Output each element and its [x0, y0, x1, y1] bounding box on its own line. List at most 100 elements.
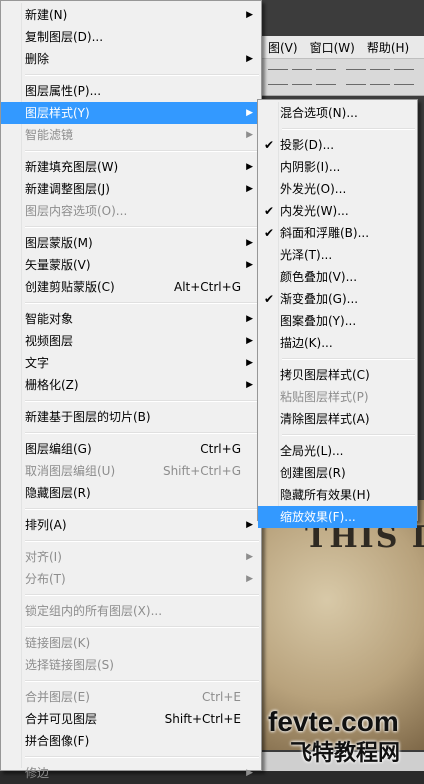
main-menu-item-10: 图层内容选项(O)...: [1, 200, 261, 222]
menu-item-label: 合并可见图层: [25, 712, 98, 726]
distribute-left-icon[interactable]: [346, 69, 366, 85]
main-menu-item-9[interactable]: 新建调整图层(J) ▶: [1, 178, 261, 200]
distribute-right-icon[interactable]: [394, 69, 414, 85]
sub-menu-item-5[interactable]: ✔ 内发光(W)...: [258, 200, 417, 222]
triangle-right-icon: ▶: [246, 10, 253, 20]
menu-item-label: 栅格化(Z): [25, 378, 79, 392]
main-menu-item-13[interactable]: 矢量蒙版(V) ▶: [1, 254, 261, 276]
menu-item-label: 隐藏所有效果(H): [280, 488, 371, 502]
menu-item-label: 选择链接图层(S): [25, 658, 114, 672]
align-bottom-icon[interactable]: [316, 69, 336, 85]
menu-item-label: 外发光(O)...: [280, 182, 347, 196]
menubar-item-help[interactable]: 帮助(H): [361, 39, 415, 56]
main-menu-item-18[interactable]: 文字 ▶: [1, 352, 261, 374]
options-toolbar: [262, 59, 424, 96]
menu-item-label: 新建基于图层的切片(B): [25, 410, 151, 424]
main-menu-item-29: 对齐(I) ▶: [1, 546, 261, 568]
sub-menu-item-10[interactable]: 图案叠加(Y)...: [258, 310, 417, 332]
main-menu-item-39[interactable]: 拼合图像(F): [1, 730, 261, 752]
triangle-right-icon: ▶: [246, 184, 253, 194]
menubar-item-window[interactable]: 窗口(W): [304, 39, 361, 56]
main-menu-item-4[interactable]: 图层属性(P)...: [1, 80, 261, 102]
sub-menu-item-6[interactable]: ✔ 斜面和浮雕(B)...: [258, 222, 417, 244]
menu-item-shortcut: Alt+Ctrl+G: [173, 280, 241, 294]
menu-item-label: 混合选项(N)...: [280, 106, 358, 120]
sub-menu-item-13[interactable]: 拷贝图层样式(C): [258, 364, 417, 386]
menu-item-label: 对齐(I): [25, 550, 62, 564]
layer-style-submenu: 混合选项(N)... ✔ 投影(D)... 内阴影(I)... 外发光(O)... ✔ 内发…: [257, 99, 418, 528]
triangle-right-icon: ▶: [246, 552, 253, 562]
checkmark-icon: ✔: [264, 138, 275, 152]
sub-menu-item-0[interactable]: 混合选项(N)...: [258, 102, 417, 124]
sub-menu-item-8[interactable]: 颜色叠加(V)...: [258, 266, 417, 288]
menu-item-label: 图层内容选项(O)...: [25, 204, 128, 218]
main-menu-item-35: 选择链接图层(S): [1, 654, 261, 676]
triangle-right-icon: ▶: [246, 162, 253, 172]
sub-menu-item-2[interactable]: ✔ 投影(D)...: [258, 134, 417, 156]
main-menu-item-19[interactable]: 栅格化(Z) ▶: [1, 374, 261, 396]
menu-separator: [25, 680, 259, 682]
main-menu-item-5[interactable]: 图层样式(Y) ▶: [1, 102, 261, 124]
main-menu-item-27[interactable]: 排列(A) ▶: [1, 514, 261, 536]
menu-separator: [25, 626, 259, 628]
triangle-right-icon: ▶: [246, 260, 253, 270]
sub-menu-item-7[interactable]: 光泽(T)...: [258, 244, 417, 266]
menu-separator: [25, 150, 259, 152]
menu-item-shortcut: Shift+Ctrl+G: [162, 464, 241, 478]
menu-item-label: 复制图层(D)...: [25, 30, 104, 44]
menu-item-label: 清除图层样式(A): [280, 412, 370, 426]
menu-item-label: 修边: [25, 766, 50, 780]
menu-item-label: 链接图层(K): [25, 636, 91, 650]
sub-menu-item-20[interactable]: 缩放效果(F)...: [258, 506, 417, 528]
triangle-right-icon: ▶: [246, 380, 253, 390]
menu-item-label: 内发光(W)...: [280, 204, 349, 218]
sub-menu-item-17[interactable]: 全局光(L)...: [258, 440, 417, 462]
main-menu-item-23[interactable]: 图层编组(G) Ctrl+G: [1, 438, 261, 460]
menu-separator: [25, 540, 259, 542]
menu-item-label: 取消图层编组(U): [25, 464, 116, 478]
main-menu-item-38[interactable]: 合并可见图层 Shift+Ctrl+E: [1, 708, 261, 730]
menu-item-label: 拷贝图层样式(C): [280, 368, 370, 382]
menu-item-label: 创建剪贴蒙版(C): [25, 280, 115, 294]
main-menu-item-25[interactable]: 隐藏图层(R): [1, 482, 261, 504]
main-menu-item-32: 锁定组内的所有图层(X)...: [1, 600, 261, 622]
main-menu-item-12[interactable]: 图层蒙版(M) ▶: [1, 232, 261, 254]
main-menu-item-17[interactable]: 视频图层 ▶: [1, 330, 261, 352]
sub-menu-item-15[interactable]: 清除图层样式(A): [258, 408, 417, 430]
align-middle-icon[interactable]: [292, 69, 312, 85]
align-top-icon[interactable]: [268, 69, 288, 85]
menu-separator: [282, 434, 415, 436]
sub-menu-item-19[interactable]: 隐藏所有效果(H): [258, 484, 417, 506]
menu-item-shortcut: Shift+Ctrl+E: [164, 712, 241, 726]
main-menu-item-21[interactable]: 新建基于图层的切片(B): [1, 406, 261, 428]
menu-item-label: 全局光(L)...: [280, 444, 344, 458]
menu-item-label: 投影(D)...: [280, 138, 335, 152]
menu-item-label: 图层样式(Y): [25, 106, 90, 120]
triangle-right-icon: ▶: [246, 358, 253, 368]
sub-menu-item-18[interactable]: 创建图层(R): [258, 462, 417, 484]
main-menu-item-8[interactable]: 新建填充图层(W) ▶: [1, 156, 261, 178]
triangle-right-icon: ▶: [246, 520, 253, 530]
sub-menu-item-11[interactable]: 描边(K)...: [258, 332, 417, 354]
menu-separator: [25, 594, 259, 596]
app-menubar: 图(V) 窗口(W) 帮助(H): [262, 36, 424, 59]
main-menu-item-0[interactable]: 新建(N) ▶: [1, 4, 261, 26]
main-menu-item-14[interactable]: 创建剪贴蒙版(C) Alt+Ctrl+G: [1, 276, 261, 298]
menu-item-label: 图层属性(P)...: [25, 84, 102, 98]
sub-menu-item-3[interactable]: 内阴影(I)...: [258, 156, 417, 178]
main-menu-item-2[interactable]: 删除 ▶: [1, 48, 261, 70]
main-menu-item-37: 合并图层(E) Ctrl+E: [1, 686, 261, 708]
distribute-center-icon[interactable]: [370, 69, 390, 85]
checkmark-icon: ✔: [264, 292, 275, 306]
main-menu-item-16[interactable]: 智能对象 ▶: [1, 308, 261, 330]
triangle-right-icon: ▶: [246, 108, 253, 118]
menu-item-label: 描边(K)...: [280, 336, 333, 350]
sub-menu-item-9[interactable]: ✔ 渐变叠加(G)...: [258, 288, 417, 310]
menu-item-shortcut: Ctrl+G: [200, 442, 241, 456]
menu-item-label: 内阴影(I)...: [280, 160, 341, 174]
menubar-item-view[interactable]: 图(V): [262, 39, 304, 56]
main-menu-item-1[interactable]: 复制图层(D)...: [1, 26, 261, 48]
sub-menu-item-4[interactable]: 外发光(O)...: [258, 178, 417, 200]
main-menu-item-6: 智能滤镜 ▶: [1, 124, 261, 146]
menu-item-label: 隐藏图层(R): [25, 486, 91, 500]
